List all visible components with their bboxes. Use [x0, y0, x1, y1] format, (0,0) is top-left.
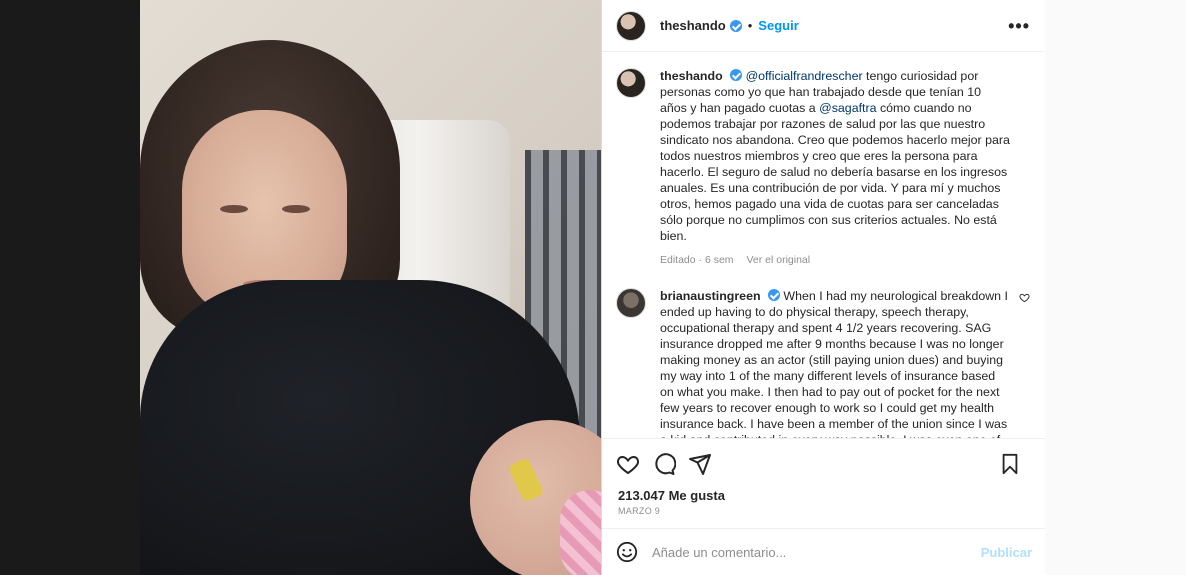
- caption-avatar[interactable]: [616, 68, 646, 98]
- emoji-icon[interactable]: [616, 541, 638, 563]
- publish-button[interactable]: Publicar: [981, 545, 1032, 560]
- commenter-username[interactable]: brianaustingreen: [660, 289, 761, 303]
- page-background-right: [1045, 0, 1186, 575]
- comments-list[interactable]: theshando @officialfrandrescher tengo cu…: [602, 52, 1046, 438]
- author-username[interactable]: theshando: [660, 18, 726, 33]
- bookmark-icon[interactable]: [998, 452, 1022, 476]
- share-icon[interactable]: [688, 452, 712, 476]
- post-date[interactable]: MARZO 9: [618, 506, 660, 516]
- author-avatar[interactable]: [616, 10, 646, 41]
- mention-link[interactable]: @officialfrandrescher: [746, 69, 863, 83]
- caption-username[interactable]: theshando: [660, 69, 723, 83]
- follow-button[interactable]: Seguir: [758, 18, 798, 33]
- caption: theshando @officialfrandrescher tengo cu…: [616, 68, 1032, 266]
- post-details-panel: theshando • Seguir ••• theshando @offici…: [601, 0, 1046, 575]
- add-comment-row: Publicar: [602, 528, 1046, 575]
- verified-badge-icon: [730, 69, 743, 81]
- photo-wrist-wrap: [560, 490, 601, 575]
- photo-dark-edge: [0, 0, 140, 575]
- more-options-icon[interactable]: •••: [1008, 16, 1030, 37]
- verified-badge-icon: [729, 19, 742, 32]
- header-separator: •: [747, 18, 753, 33]
- caption-meta: Editado · 6 sem Ver el original: [660, 254, 1010, 266]
- commenter-avatar[interactable]: [616, 288, 646, 318]
- comment-body: When I had my neurological breakdown I e…: [660, 289, 1008, 438]
- photo-eye-left: [220, 205, 248, 213]
- caption-body-part2: cómo cuando no podemos trabajar por razo…: [660, 101, 1010, 243]
- see-original-link[interactable]: Ver el original: [746, 254, 810, 266]
- post-header: theshando • Seguir •••: [602, 0, 1046, 52]
- edited-timestamp: Editado · 6 sem: [660, 254, 734, 266]
- comment-like-heart-icon[interactable]: [1019, 292, 1030, 306]
- likes-count[interactable]: 213.047 Me gusta: [618, 488, 725, 503]
- mention-link[interactable]: @sagaftra: [819, 101, 876, 115]
- comment-text: brianaustingreen When I had my neurologi…: [660, 288, 1010, 438]
- caption-text: theshando @officialfrandrescher tengo cu…: [660, 68, 1010, 244]
- photo-eye-right: [282, 205, 310, 213]
- post-photo[interactable]: [0, 0, 601, 575]
- verified-badge-icon: [767, 289, 780, 301]
- action-bar: [602, 438, 1046, 488]
- heart-icon[interactable]: [616, 452, 640, 476]
- add-comment-input[interactable]: [652, 544, 981, 560]
- comment-item: brianaustingreen When I had my neurologi…: [616, 288, 1032, 438]
- comment-icon[interactable]: [652, 452, 676, 476]
